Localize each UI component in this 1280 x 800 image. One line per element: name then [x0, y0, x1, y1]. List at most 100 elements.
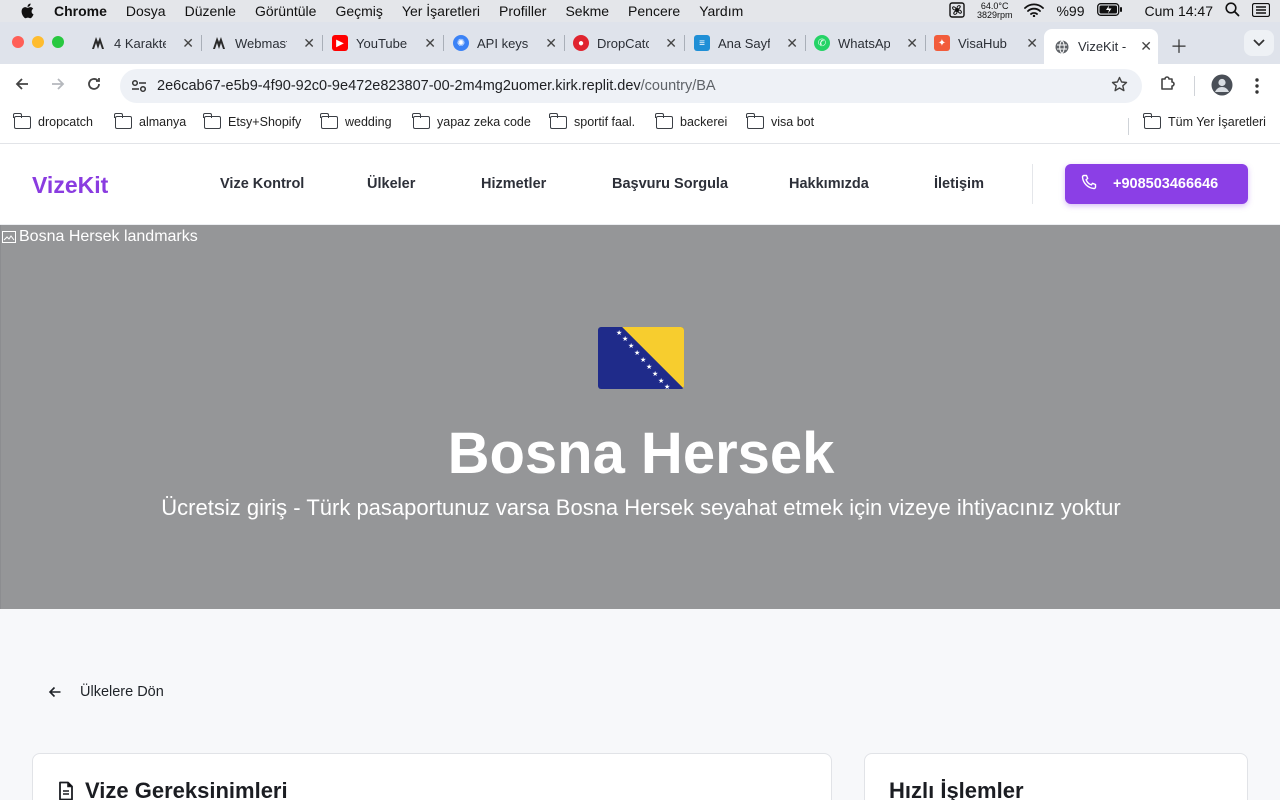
new-tab-button[interactable]: ＋	[1170, 33, 1188, 59]
dropcatch-icon: ●	[573, 35, 589, 51]
tab-search-chevron-icon[interactable]	[1244, 30, 1274, 56]
menu-sekme[interactable]: Sekme	[565, 3, 609, 19]
close-tab-icon[interactable]: ✕	[1140, 38, 1152, 55]
openai-icon: ✺	[453, 35, 469, 51]
folder-icon	[655, 112, 673, 129]
fan-icon[interactable]	[949, 1, 965, 21]
broken-image-icon	[2, 231, 16, 243]
menu-yer-isaretleri[interactable]: Yer İşaretleri	[402, 3, 480, 19]
folder-icon	[114, 112, 132, 129]
control-center-icon[interactable]	[1251, 2, 1271, 20]
tab-api-keys[interactable]: ✺ API keys ✕	[443, 29, 565, 57]
bookmark-label: Tüm Yer İşaretleri	[1168, 115, 1266, 129]
profile-avatar[interactable]	[1211, 74, 1233, 96]
all-bookmarks-folder[interactable]: Tüm Yer İşaretleri	[1143, 112, 1266, 129]
browser-tab-strip: 4 Karakter ✕ Webmaster ✕ ▶ YouTube ✕ ✺ A…	[0, 22, 1280, 64]
bookmark-folder-sportif-faal[interactable]: sportif faal.	[549, 112, 636, 129]
bookmark-folder-almanya[interactable]: almanya	[114, 112, 187, 129]
bookmark-folder-visa-bot[interactable]: visa bot	[746, 112, 815, 129]
tab-youtube[interactable]: ▶ YouTube ✕	[322, 29, 444, 57]
tab-ana-sayfa[interactable]: ≡ Ana Sayfa ✕	[684, 29, 806, 57]
close-tab-icon[interactable]: ✕	[665, 35, 677, 52]
close-tab-icon[interactable]: ✕	[182, 35, 194, 52]
tab-title: WhatsApp	[838, 35, 890, 51]
close-tab-icon[interactable]: ✕	[906, 35, 918, 52]
visa-requirements-title: Vize Gereksinimleri	[57, 778, 288, 800]
close-tab-icon[interactable]: ✕	[424, 35, 436, 52]
tab-title: VisaHub	[958, 35, 1007, 51]
bookmark-label: backerei	[680, 115, 728, 129]
battery-percent: %99	[1056, 3, 1085, 19]
country-title: Bosna Hersek	[447, 421, 835, 486]
wifi-icon[interactable]	[1024, 3, 1045, 20]
apple-icon[interactable]	[20, 3, 36, 19]
tab-webmaster[interactable]: Webmaster ✕	[201, 29, 323, 57]
menu-dosya[interactable]: Dosya	[126, 3, 166, 19]
quick-actions-card: Hızlı İşlemler	[864, 753, 1248, 800]
forward-arrow-icon[interactable]	[50, 76, 66, 97]
site-settings-icon[interactable]	[130, 77, 148, 95]
url-path: /country/BA	[640, 78, 716, 94]
reload-icon[interactable]	[86, 76, 102, 97]
bookmark-star-icon[interactable]	[1111, 76, 1128, 98]
back-to-countries-link[interactable]: Ülkelere Dön	[48, 684, 164, 700]
nav-hizmetler[interactable]: Hizmetler	[481, 176, 546, 192]
bosnia-flag-icon: ★★★★★★★★★	[598, 327, 684, 389]
close-window-button[interactable]	[12, 36, 24, 48]
nav-vize-kontrol[interactable]: Vize Kontrol	[220, 176, 304, 192]
battery-icon[interactable]	[1096, 3, 1123, 19]
card-heading: Vize Gereksinimleri	[85, 778, 288, 800]
menu-goruntule[interactable]: Görüntüle	[255, 3, 316, 19]
hero-image-alt: Bosna Hersek landmarks	[19, 228, 198, 245]
phone-call-button[interactable]: +908503466646	[1065, 164, 1248, 204]
minimize-window-button[interactable]	[32, 36, 44, 48]
folder-icon	[746, 112, 764, 129]
extensions-icon[interactable]	[1158, 73, 1178, 93]
menu-pencere[interactable]: Pencere	[628, 3, 680, 19]
menu-gecmis[interactable]: Geçmiş	[335, 3, 382, 19]
youtube-icon: ▶	[332, 35, 348, 51]
chrome-menu-kebab-icon[interactable]	[1254, 77, 1260, 95]
tab-whatsapp[interactable]: ✆ WhatsApp ✕	[804, 29, 926, 57]
tab-vizekit-active[interactable]: VizeKit - ✕	[1044, 29, 1158, 64]
menu-chrome[interactable]: Chrome	[54, 3, 107, 19]
menu-duzenle[interactable]: Düzenle	[185, 3, 236, 19]
clock[interactable]: Cum 14:47	[1145, 3, 1213, 19]
tab-title: Webmaster	[235, 35, 287, 51]
bookmark-folder-dropcatch[interactable]: dropcatch	[13, 112, 93, 129]
bookmark-folder-backerei[interactable]: backerei	[655, 112, 728, 129]
bookmark-folder-wedding[interactable]: wedding	[320, 112, 392, 129]
bookmark-label: sportif faal.	[574, 115, 636, 129]
bookmark-label: dropcatch	[38, 115, 93, 129]
close-tab-icon[interactable]: ✕	[786, 35, 798, 52]
tab-dropcatch[interactable]: ● DropCatch ✕	[563, 29, 685, 57]
close-tab-icon[interactable]: ✕	[1026, 35, 1038, 52]
bookmark-folder-yapaz-zeka-code[interactable]: yapaz zeka code	[412, 112, 531, 129]
url-text[interactable]: 2e6cab67-e5b9-4f90-92c0-9e472e823807-00-…	[157, 78, 716, 94]
phone-number: +908503466646	[1113, 176, 1219, 192]
spotlight-search-icon[interactable]	[1225, 2, 1240, 20]
nav-basvuru-sorgula[interactable]: Başvuru Sorgula	[612, 176, 728, 192]
nav-hakkimizda[interactable]: Hakkımızda	[789, 176, 869, 192]
bookmark-label: yapaz zeka code	[437, 115, 531, 129]
close-tab-icon[interactable]: ✕	[303, 35, 315, 52]
site-logo[interactable]: VizeKit	[32, 172, 108, 199]
bookmark-label: Etsy+Shopify	[228, 115, 302, 129]
nav-ulkeler[interactable]: Ülkeler	[367, 176, 415, 192]
back-arrow-icon[interactable]	[14, 76, 30, 97]
bookmark-label: visa bot	[771, 115, 815, 129]
bookmark-folder-etsy-shopify[interactable]: Etsy+Shopify	[203, 112, 302, 129]
tab-4-karakter[interactable]: 4 Karakter ✕	[80, 29, 202, 57]
rpm-value: 3829rpm	[976, 10, 1013, 20]
close-tab-icon[interactable]: ✕	[545, 35, 557, 52]
bookmark-label: almanya	[139, 115, 187, 129]
document-icon	[59, 781, 73, 800]
temperature-readout: 64.0°C 3829rpm	[977, 2, 1013, 20]
nav-iletisim[interactable]: İletişim	[934, 176, 984, 192]
menu-profiller[interactable]: Profiller	[499, 3, 546, 19]
address-bar[interactable]: 2e6cab67-e5b9-4f90-92c0-9e472e823807-00-…	[120, 69, 1142, 103]
tab-visahub[interactable]: ✦ VisaHub ✕	[924, 29, 1044, 57]
globe-icon	[1054, 39, 1070, 55]
maximize-window-button[interactable]	[52, 36, 64, 48]
menu-yardim[interactable]: Yardım	[699, 3, 743, 19]
